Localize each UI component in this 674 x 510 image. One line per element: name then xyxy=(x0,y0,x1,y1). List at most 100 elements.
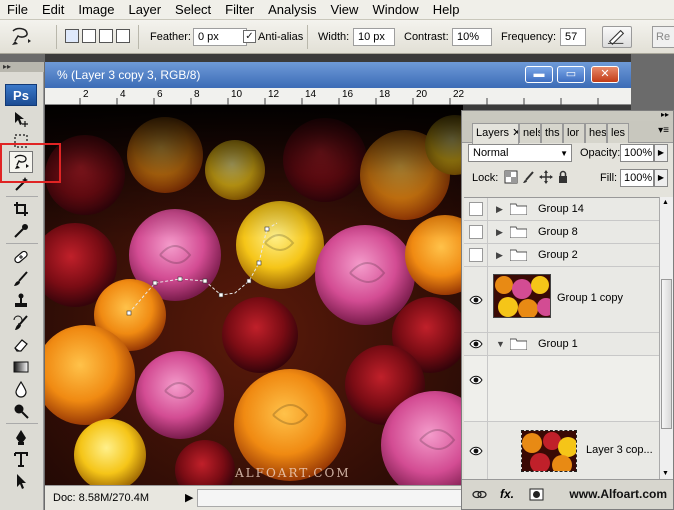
lock-transparent-icon[interactable] xyxy=(504,170,518,184)
menu-view[interactable]: View xyxy=(323,0,365,20)
fill-slider-button[interactable]: ▶ xyxy=(654,169,668,187)
visibility-toggle[interactable] xyxy=(464,267,488,332)
layer-name: Group 1 copy xyxy=(557,292,624,304)
layer-row-group-1[interactable]: ▼ Group 1 xyxy=(464,333,659,356)
crop-tool[interactable] xyxy=(9,198,33,220)
gradient-tool[interactable] xyxy=(9,356,33,378)
width-input[interactable]: 10 px xyxy=(353,28,395,46)
blur-tool[interactable] xyxy=(9,378,33,400)
maximize-button[interactable]: ▭ xyxy=(557,66,585,83)
contrast-input[interactable]: 10% xyxy=(452,28,492,46)
menu-image[interactable]: Image xyxy=(71,0,121,20)
expand-triangle-icon[interactable]: ▶ xyxy=(496,250,503,261)
opacity-input[interactable]: 100% xyxy=(620,144,654,162)
dodge-tool[interactable] xyxy=(9,400,33,422)
opacity-slider-button[interactable]: ▶ xyxy=(654,144,668,162)
blend-mode-select[interactable]: Normal ▼ xyxy=(468,144,572,162)
add-selection-button[interactable] xyxy=(82,29,96,43)
scroll-up-icon[interactable]: ▲ xyxy=(662,199,669,206)
fill-input[interactable]: 100% xyxy=(620,169,654,187)
antialias-checkbox[interactable]: ✓ xyxy=(243,30,256,43)
layer-row-layer-3-copy[interactable]: Layer 3 cop... xyxy=(464,422,659,479)
healing-brush-icon xyxy=(14,250,28,264)
tab-channels[interactable]: nels xyxy=(519,123,541,143)
new-selection-button[interactable] xyxy=(65,29,79,43)
menu-file[interactable]: File xyxy=(0,0,35,20)
path-selection-tool[interactable] xyxy=(9,470,33,492)
visibility-toggle[interactable] xyxy=(464,333,488,355)
expand-triangle-icon[interactable]: ▶ xyxy=(496,204,503,215)
pen-tool[interactable] xyxy=(9,426,33,448)
visibility-toggle[interactable] xyxy=(464,356,488,421)
menu-edit[interactable]: Edit xyxy=(35,0,71,20)
menu-analysis[interactable]: Analysis xyxy=(261,0,323,20)
visibility-toggle[interactable] xyxy=(464,244,488,266)
ruler-label: 18 xyxy=(379,89,391,100)
move-tool[interactable] xyxy=(9,108,33,130)
tab-paths[interactable]: ths xyxy=(541,123,563,143)
link-layers-icon[interactable] xyxy=(472,488,487,501)
eye-icon xyxy=(469,375,483,385)
expand-triangle-icon[interactable]: ▶ xyxy=(496,227,503,238)
menu-window[interactable]: Window xyxy=(365,0,425,20)
visibility-toggle[interactable] xyxy=(464,422,488,479)
clone-stamp-tool[interactable] xyxy=(9,290,33,312)
visibility-toggle[interactable] xyxy=(464,198,488,220)
lock-image-icon[interactable] xyxy=(522,170,536,184)
panel-menu-icon[interactable]: ▾≡ xyxy=(658,125,669,136)
tab-styles[interactable]: les xyxy=(607,123,629,143)
layer-mask-icon[interactable] xyxy=(529,488,544,501)
eyedropper-tool[interactable] xyxy=(9,220,33,242)
layer-list: ▶ Group 14 ▶ Group 8 ▶ Group 2 Group 1 c… xyxy=(464,197,659,479)
stylus-pressure-button[interactable] xyxy=(602,26,632,48)
clone-stamp-icon xyxy=(15,293,27,307)
refine-edge-button[interactable]: Re xyxy=(652,26,674,48)
tool-preset-picker[interactable] xyxy=(8,25,34,49)
layer-row-empty[interactable] xyxy=(464,356,659,422)
horizontal-scrollbar[interactable] xyxy=(197,489,477,507)
fx-icon[interactable]: fx. xyxy=(500,487,514,501)
subtract-selection-button[interactable] xyxy=(99,29,113,43)
eyedropper-icon xyxy=(14,224,28,238)
eraser-tool[interactable] xyxy=(9,334,33,356)
layer-row-group-2[interactable]: ▶ Group 2 xyxy=(464,244,659,267)
history-brush-tool[interactable] xyxy=(9,312,33,334)
status-menu-arrow[interactable]: ▶ xyxy=(185,491,193,504)
layer-row-group-8[interactable]: ▶ Group 8 xyxy=(464,221,659,244)
frequency-input[interactable]: 57 xyxy=(560,28,586,46)
layers-scrollbar[interactable]: ▲ ▼ xyxy=(659,197,673,479)
tab-color[interactable]: lor xyxy=(563,123,585,143)
panel-grip[interactable]: ▸▸ xyxy=(462,110,673,121)
layer-row-group-14[interactable]: ▶ Group 14 xyxy=(464,198,659,221)
tab-swatches[interactable]: hes xyxy=(585,123,607,143)
menu-filter[interactable]: Filter xyxy=(218,0,261,20)
lock-position-icon[interactable] xyxy=(539,170,553,184)
collapse-triangle-icon[interactable]: ▼ xyxy=(496,339,505,349)
horizontal-ruler: 2 4 6 8 10 12 14 16 18 20 22 xyxy=(45,88,631,105)
tab-layers[interactable]: Layers ✕ xyxy=(472,123,519,144)
ruler-label: 8 xyxy=(194,89,200,100)
healing-brush-tool[interactable] xyxy=(9,246,33,268)
tool-highlight xyxy=(0,143,61,183)
gradient-icon xyxy=(13,361,29,373)
toolbar-grip[interactable]: ▸▸ xyxy=(0,62,44,72)
menu-select[interactable]: Select xyxy=(168,0,218,20)
menu-help[interactable]: Help xyxy=(426,0,467,20)
close-button[interactable]: ✕ xyxy=(591,66,619,83)
minimize-button[interactable]: ▬ xyxy=(525,66,553,83)
ruler-label: 20 xyxy=(416,89,428,100)
type-tool[interactable] xyxy=(9,448,33,470)
visibility-toggle[interactable] xyxy=(464,221,488,243)
document-title-bar[interactable]: % (Layer 3 copy 3, RGB/8) ▬ ▭ ✕ xyxy=(45,62,631,88)
move-icon xyxy=(15,112,28,127)
lock-all-icon[interactable] xyxy=(556,170,570,184)
image-canvas[interactable]: ALFOART.COM xyxy=(45,105,463,485)
scrollbar-thumb[interactable] xyxy=(661,279,672,429)
intersect-selection-button[interactable] xyxy=(116,29,130,43)
menu-layer[interactable]: Layer xyxy=(122,0,169,20)
feather-input[interactable]: 0 px xyxy=(193,28,247,46)
scroll-down-icon[interactable]: ▼ xyxy=(662,470,669,477)
tools-panel: ▸▸ Ps xyxy=(0,62,44,510)
brush-tool[interactable] xyxy=(9,268,33,290)
layer-row-group-1-copy[interactable]: Group 1 copy xyxy=(464,267,659,333)
